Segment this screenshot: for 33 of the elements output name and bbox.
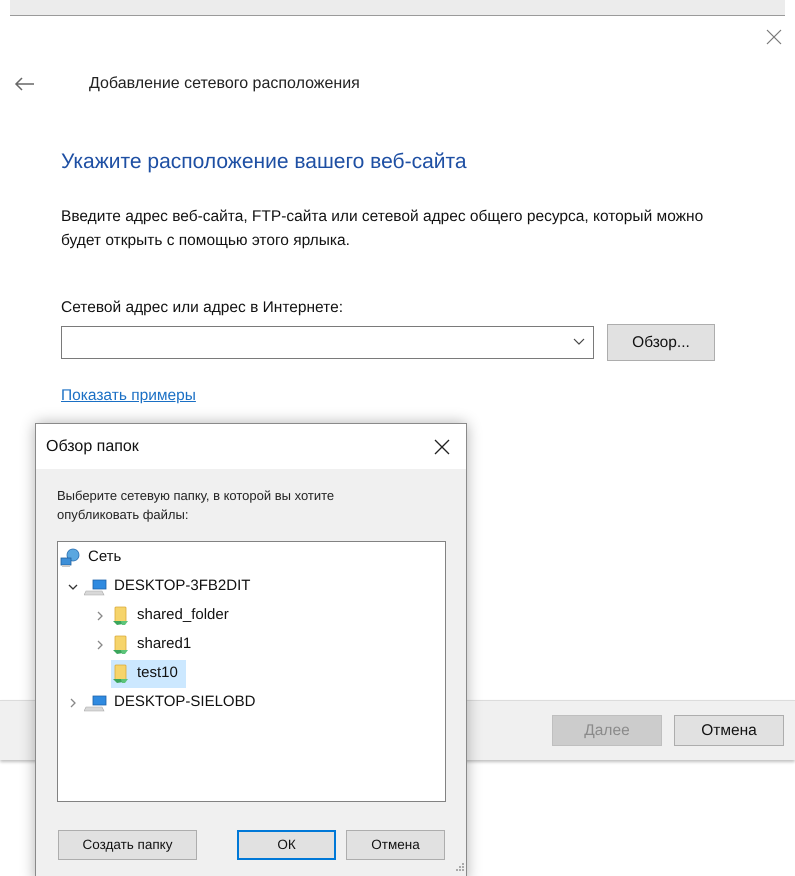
resize-grip-icon[interactable]	[455, 862, 465, 872]
chevron-right-icon[interactable]	[68, 698, 78, 708]
close-icon[interactable]	[434, 438, 450, 454]
dropdown-caret-icon[interactable]	[572, 338, 585, 346]
address-label: Сетевой адрес или адрес в Интернете:	[61, 298, 344, 318]
dialog-prompt: Выберите сетевую папку, в которой вы хотите опубликовать файлы:	[57, 487, 336, 524]
dialog-button[interactable]: Создать папку	[58, 830, 197, 860]
chevron-down-icon[interactable]	[68, 582, 78, 592]
computer-icon	[84, 694, 108, 712]
dialog-button[interactable]: Отмена	[346, 830, 445, 860]
tree-item[interactable]: Сеть	[60, 544, 130, 572]
address-combo-box[interactable]	[61, 326, 594, 359]
tree-item[interactable]: shared1	[111, 630, 200, 658]
dialog-button[interactable]: ОК	[237, 830, 336, 860]
wizard-button[interactable]: Отмена	[674, 715, 784, 746]
back-arrow-icon[interactable]	[14, 77, 36, 91]
tree-item[interactable]: DESKTOP-3FB2DIT	[84, 572, 258, 600]
tree-item[interactable]: test10	[111, 660, 186, 688]
description-text: Введите адрес веб-сайта, FTP-сайта или сетевой адрес общего ресурса, который можно будет открыть с помощью этого ярлыка.	[61, 206, 704, 250]
browse-button[interactable]: Обзор...	[606, 324, 715, 361]
show-examples-link[interactable]: Показать примеры	[61, 384, 196, 407]
network-icon	[60, 548, 82, 568]
wizard-title: Добавление сетевого расположения	[89, 74, 360, 94]
computer-icon	[84, 578, 108, 596]
dialog-title: Обзор папок	[46, 436, 139, 456]
shared-folder-icon	[111, 606, 131, 626]
wizard-heading: Укажите расположение вашего веб-сайта	[61, 149, 468, 175]
tree-item[interactable]: shared_folder	[111, 602, 237, 630]
chevron-right-icon[interactable]	[95, 610, 105, 620]
chevron-right-icon[interactable]	[95, 640, 105, 650]
tree-item[interactable]: DESKTOP-SIELOBD	[84, 688, 264, 716]
shared-folder-icon	[111, 664, 131, 684]
shared-folder-icon	[111, 634, 131, 654]
